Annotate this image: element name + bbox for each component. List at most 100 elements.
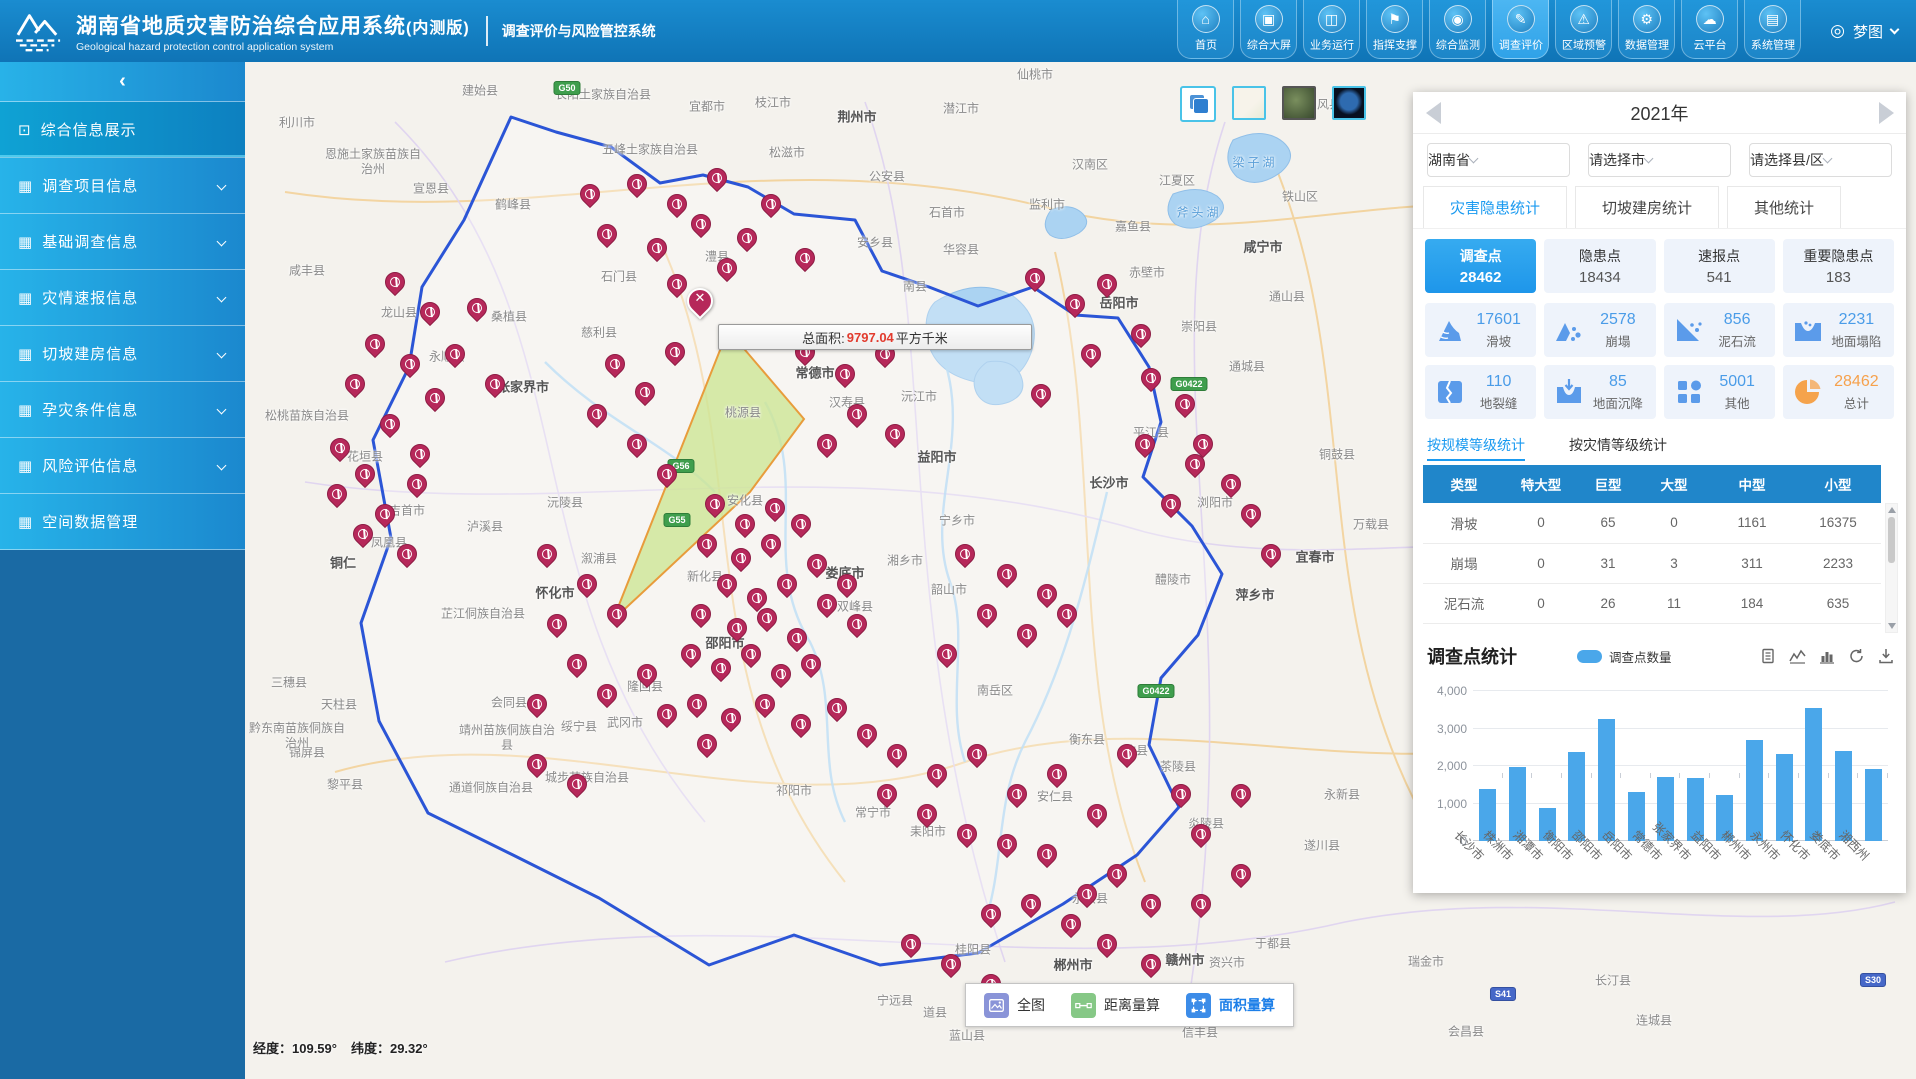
hazard-marker[interactable] xyxy=(937,644,957,664)
hazard-marker[interactable] xyxy=(1047,764,1067,784)
hazard-marker[interactable] xyxy=(1185,454,1205,474)
hazard-marker[interactable] xyxy=(887,744,907,764)
hazard-marker[interactable] xyxy=(1193,434,1213,454)
hazard-marker[interactable] xyxy=(687,694,707,714)
hazard-marker[interactable] xyxy=(580,184,600,204)
hazard-marker[interactable] xyxy=(353,524,373,544)
hazard-marker[interactable] xyxy=(375,504,395,524)
hazard-marker[interactable] xyxy=(345,374,365,394)
hazard-marker[interactable] xyxy=(981,904,1001,924)
hazard-marker[interactable] xyxy=(755,694,775,714)
hazard-marker[interactable] xyxy=(1231,784,1251,804)
hazard-marker[interactable] xyxy=(857,724,877,744)
nav-tab-区域预警[interactable]: ⚠区域预警 xyxy=(1555,0,1612,59)
hazard-marker[interactable] xyxy=(967,744,987,764)
hazard-marker[interactable] xyxy=(1065,294,1085,314)
bar-chart-icon[interactable] xyxy=(1819,648,1835,664)
globe-thumbnail[interactable] xyxy=(1332,86,1366,120)
hazard-marker[interactable] xyxy=(837,574,857,594)
data-view-icon[interactable] xyxy=(1760,648,1776,664)
sidebar-item-风险评估信息[interactable]: ▦风险评估信息 xyxy=(0,438,245,494)
hazard-marker[interactable] xyxy=(467,298,487,318)
hazard-marker[interactable] xyxy=(527,694,547,714)
hazard-marker[interactable] xyxy=(795,248,815,268)
stat-card-隐患点[interactable]: 隐患点18434 xyxy=(1544,239,1655,293)
hazard-marker[interactable] xyxy=(567,774,587,794)
hazard-marker[interactable] xyxy=(527,754,547,774)
hazard-marker[interactable] xyxy=(330,438,350,458)
hazard-marker[interactable] xyxy=(737,228,757,248)
hazard-marker[interactable] xyxy=(691,604,711,624)
hazard-marker[interactable] xyxy=(1077,884,1097,904)
hazard-marker[interactable] xyxy=(791,514,811,534)
table-scrollbar[interactable] xyxy=(1885,503,1898,633)
hazard-marker[interactable] xyxy=(667,194,687,214)
hazard-marker[interactable] xyxy=(637,664,657,684)
region-select-0[interactable]: 湖南省 xyxy=(1427,143,1570,177)
hazard-marker[interactable] xyxy=(941,954,961,974)
hazard-marker[interactable] xyxy=(1191,824,1211,844)
hazard-marker[interactable] xyxy=(731,548,751,568)
type-card-地裂缝[interactable]: 110地裂缝 xyxy=(1425,365,1536,419)
hazard-marker[interactable] xyxy=(817,594,837,614)
hazard-marker[interactable] xyxy=(1021,894,1041,914)
hazard-marker[interactable] xyxy=(847,404,867,424)
hazard-marker[interactable] xyxy=(705,494,725,514)
hazard-marker[interactable] xyxy=(657,464,677,484)
hazard-marker[interactable] xyxy=(667,274,687,294)
hazard-marker[interactable] xyxy=(587,404,607,424)
line-chart-icon[interactable] xyxy=(1789,648,1806,664)
hazard-marker[interactable] xyxy=(665,342,685,362)
hazard-marker[interactable] xyxy=(957,824,977,844)
hazard-marker[interactable] xyxy=(627,434,647,454)
hazard-marker[interactable] xyxy=(597,684,617,704)
hazard-marker[interactable] xyxy=(627,174,647,194)
tab-灾害隐患统计[interactable]: 灾害隐患统计 xyxy=(1423,186,1567,228)
map-tool-全图[interactable]: 全图 xyxy=(984,993,1045,1018)
region-select-2[interactable]: 请选择县/区 xyxy=(1749,143,1892,177)
nav-tab-首页[interactable]: ⌂首页 xyxy=(1177,0,1234,59)
stat-card-速报点[interactable]: 速报点541 xyxy=(1664,239,1775,293)
type-card-其他[interactable]: 5001其他 xyxy=(1664,365,1775,419)
hazard-marker[interactable] xyxy=(567,654,587,674)
hazard-marker[interactable] xyxy=(877,784,897,804)
hazard-marker[interactable] xyxy=(485,374,505,394)
hazard-marker[interactable] xyxy=(657,704,677,724)
hazard-marker[interactable] xyxy=(1141,954,1161,974)
hazard-marker[interactable] xyxy=(1057,604,1077,624)
hazard-marker[interactable] xyxy=(791,714,811,734)
tab-其他统计[interactable]: 其他统计 xyxy=(1727,186,1841,228)
hazard-marker[interactable] xyxy=(1117,744,1137,764)
hazard-marker[interactable] xyxy=(1107,864,1127,884)
hazard-marker[interactable] xyxy=(1031,384,1051,404)
region-select-1[interactable]: 请选择市 xyxy=(1588,143,1731,177)
stat-card-调查点[interactable]: 调查点28462 xyxy=(1425,239,1536,293)
hazard-marker[interactable] xyxy=(827,698,847,718)
hazard-marker[interactable] xyxy=(765,498,785,518)
hazard-marker[interactable] xyxy=(605,354,625,374)
hazard-marker[interactable] xyxy=(647,238,667,258)
hazard-marker[interactable] xyxy=(691,214,711,234)
hazard-marker[interactable] xyxy=(425,388,445,408)
nav-tab-指挥支撑[interactable]: ⚑指挥支撑 xyxy=(1366,0,1423,59)
download-icon[interactable] xyxy=(1878,648,1894,664)
sidebar-item-灾情速报信息[interactable]: ▦灾情速报信息 xyxy=(0,270,245,326)
measure-close-marker[interactable]: ✕ xyxy=(687,288,713,314)
refresh-icon[interactable] xyxy=(1848,648,1865,664)
type-card-总计[interactable]: 28462总计 xyxy=(1783,365,1894,419)
sidebar-item-综合信息展示[interactable]: ⊡综合信息展示 xyxy=(0,102,245,158)
nav-tab-数据管理[interactable]: ⚙数据管理 xyxy=(1618,0,1675,59)
hazard-marker[interactable] xyxy=(955,544,975,564)
hazard-marker[interactable] xyxy=(607,604,627,624)
hazard-marker[interactable] xyxy=(901,934,921,954)
nav-tab-系统管理[interactable]: ▤系统管理 xyxy=(1744,0,1801,59)
hazard-marker[interactable] xyxy=(757,608,777,628)
hazard-marker[interactable] xyxy=(1025,268,1045,288)
hazard-marker[interactable] xyxy=(847,614,867,634)
hazard-marker[interactable] xyxy=(777,574,797,594)
hazard-marker[interactable] xyxy=(385,272,405,292)
nav-tab-综合大屏[interactable]: ▣综合大屏 xyxy=(1240,0,1297,59)
hazard-marker[interactable] xyxy=(400,354,420,374)
stat-card-重要隐患点[interactable]: 重要隐患点183 xyxy=(1783,239,1894,293)
hazard-marker[interactable] xyxy=(365,334,385,354)
